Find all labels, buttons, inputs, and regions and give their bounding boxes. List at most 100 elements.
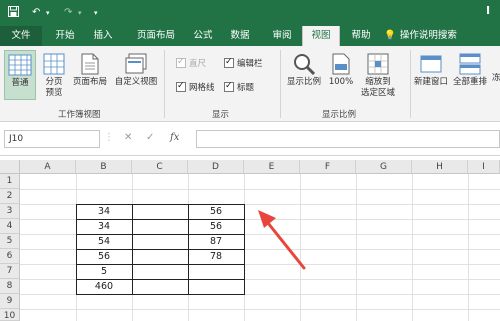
column-header-h[interactable]: H [412,160,468,174]
formula-input[interactable] [196,130,500,148]
tab-data[interactable]: 数据 [222,26,258,46]
undo-icon[interactable]: ↶ [32,6,40,20]
normal-view-button[interactable]: 普通 [4,50,36,100]
redo-dropdown-icon[interactable]: ▾ [78,6,82,20]
zoom-group-label: 显示比例 [322,110,357,120]
column-header-c[interactable]: C [132,160,188,174]
new-window-button[interactable]: 新建窗口 [412,50,450,90]
freeze-panes-button[interactable]: 冻 [492,73,500,85]
zoom-to-selection-button[interactable]: 缩放到 选定区域 [358,50,398,102]
tab-formulas[interactable]: 公式 [188,26,218,46]
arrange-all-button[interactable]: 全部重排 [450,50,490,90]
ruler-checkbox[interactable]: 直尺 [176,56,207,70]
gridlines-checkbox[interactable]: 网格线 [176,80,215,94]
cell-b3[interactable]: 34 [76,204,132,219]
page-break-preview-button[interactable]: 分页 预览 [40,50,68,102]
column-header-a[interactable]: A [20,160,76,174]
formula-bar-checkbox[interactable]: 编辑栏 [224,56,263,70]
cell-b7[interactable]: 5 [76,264,132,279]
tab-review[interactable]: 审阅 [264,26,300,46]
show-group-label: 显示 [212,110,230,120]
cell-b8[interactable]: 460 [76,279,132,294]
tab-file[interactable]: 文件 [0,26,42,46]
row-header-1[interactable]: 1 [0,174,20,189]
page-layout-view-icon [81,53,99,75]
lightbulb-icon: 💡 [384,30,396,41]
custom-views-label: 自定义视图 [114,77,158,87]
zoom-100-icon [332,53,350,75]
row-header-10[interactable]: 10 [0,309,20,321]
ruler-label: 直尺 [189,59,207,69]
arrange-all-icon [459,53,481,75]
gridline [356,174,357,321]
tab-home[interactable]: 开始 [48,26,82,46]
page-layout-view-button[interactable]: 页面布局 [70,50,110,90]
tab-view[interactable]: 视图 [302,26,340,46]
column-header-g[interactable]: G [356,160,412,174]
column-header-b[interactable]: B [76,160,132,174]
column-header-f[interactable]: F [300,160,356,174]
freeze-panes-label: 冻 [492,73,500,83]
ribbon-tabs: 文件 开始 插入 页面布局 公式 数据 审阅 视图 帮助 💡 操作说明搜索 [0,26,500,46]
cancel-icon[interactable]: ✕ [124,132,132,143]
row-header-9[interactable]: 9 [0,294,20,309]
gridline [20,309,500,310]
page-break-label-2: 预览 [45,88,63,98]
group-separator [280,50,281,118]
gridline [468,174,469,321]
cell-b4[interactable]: 34 [76,219,132,234]
custom-views-button[interactable]: 自定义视图 [112,50,160,90]
tell-me-label: 操作说明搜索 [399,30,457,41]
headings-checkbox[interactable]: 标题 [224,80,255,94]
zoom-label: 显示比例 [286,77,321,87]
worksheet-grid[interactable]: A B C D E F G H I 1 2 3 4 5 6 7 8 9 10 3… [0,160,500,321]
new-window-icon [420,55,442,73]
save-icon[interactable] [8,6,19,22]
cell-b6[interactable]: 56 [76,249,132,264]
undo-dropdown-icon[interactable]: ▾ [46,6,50,20]
enter-icon[interactable]: ✓ [146,132,154,143]
cell-d4[interactable]: 56 [188,219,244,234]
formula-bar-label: 编辑栏 [237,59,263,69]
ribbon-view: 普通 分页 预览 页面布局 自定义视图 工作簿视图 直尺 编辑栏 网格线 标题 … [0,46,500,122]
tell-me-search[interactable]: 💡 操作说明搜索 [384,26,500,46]
normal-view-label: 普通 [11,78,29,88]
column-header-d[interactable]: D [188,160,244,174]
tab-page-layout[interactable]: 页面布局 [128,26,184,46]
zoom-100-button[interactable]: 100% [326,50,356,90]
row-header-3[interactable]: 3 [0,204,20,219]
name-box[interactable]: J10 [4,130,100,148]
ruler-checkbox-box [176,56,186,68]
cell-d6[interactable]: 78 [188,249,244,264]
customize-toolbar-icon[interactable]: ▾ [94,6,98,20]
workbook-views-group-label: 工作簿视图 [58,110,101,120]
gridlines-label: 网格线 [189,83,215,93]
zoom-100-label: 100% [328,77,354,87]
title-bar: ↶ ▾ ↷ ▾ ▾ I [0,0,500,26]
column-header-e[interactable]: E [244,160,300,174]
tab-insert[interactable]: 插入 [86,26,120,46]
page-layout-view-label: 页面布局 [72,77,107,87]
column-header-i[interactable]: I [468,160,500,174]
cell-d5[interactable]: 87 [188,234,244,249]
custom-views-icon [125,53,147,74]
row-header-4[interactable]: 4 [0,219,20,234]
cell-d3[interactable]: 56 [188,204,244,219]
headings-label: 标题 [237,83,255,93]
normal-view-icon [8,54,32,76]
tab-help[interactable]: 帮助 [344,26,378,46]
row-header-6[interactable]: 6 [0,249,20,264]
redo-icon[interactable]: ↷ [64,6,72,20]
row-header-7[interactable]: 7 [0,264,20,279]
more-options-icon: ⋮ [104,132,114,143]
insert-function-icon[interactable]: fx [170,132,179,143]
magnifier-icon [294,54,315,75]
zoom-button[interactable]: 显示比例 [284,50,324,90]
page-break-preview-icon [43,53,65,75]
row-header-5[interactable]: 5 [0,234,20,249]
row-header-8[interactable]: 8 [0,279,20,294]
row-header-2[interactable]: 2 [0,189,20,204]
cell-b5[interactable]: 54 [76,234,132,249]
select-all-corner[interactable] [0,160,20,174]
group-separator [164,50,165,118]
